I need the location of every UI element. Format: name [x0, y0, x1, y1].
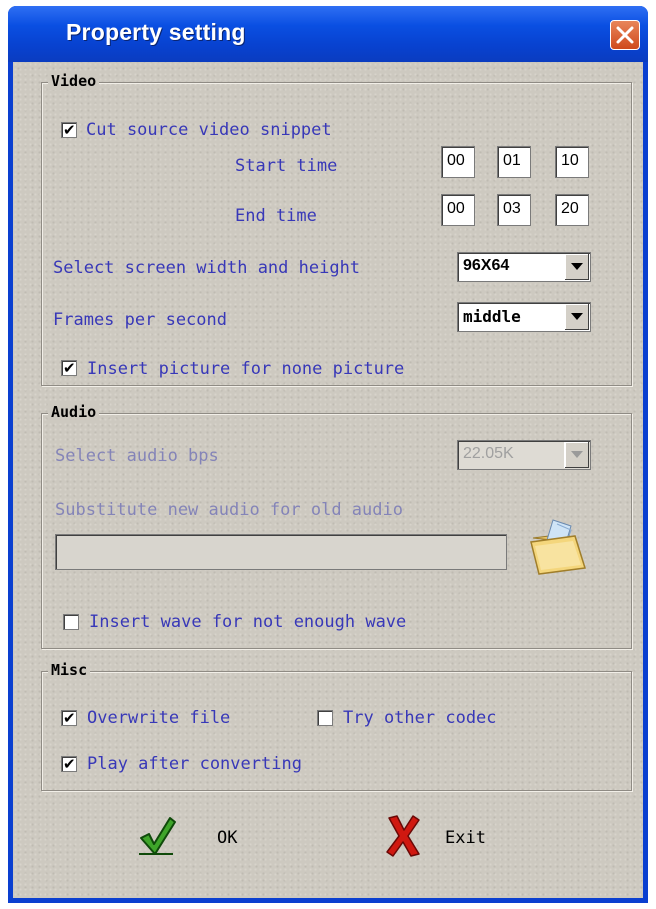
- try-codec-label[interactable]: Try other codec: [343, 708, 497, 728]
- chevron-down-icon: [571, 263, 583, 270]
- screen-size-label: Select screen width and height: [53, 258, 361, 278]
- start-second-input[interactable]: 10: [555, 146, 589, 178]
- fps-select[interactable]: middle: [457, 302, 591, 332]
- exit-button[interactable]: Exit: [383, 814, 513, 858]
- dropdown-button[interactable]: [564, 442, 589, 468]
- audio-bps-value: 22.05K: [463, 445, 514, 462]
- ok-button[interactable]: OK: [137, 816, 257, 860]
- video-group-label: Video: [48, 72, 100, 90]
- dropdown-button[interactable]: [564, 304, 589, 330]
- insert-wave-checkbox[interactable]: [63, 614, 79, 630]
- start-hour-input[interactable]: 00: [441, 146, 475, 178]
- screen-size-select[interactable]: 96X64: [457, 252, 591, 282]
- screen-size-value: 96X64: [463, 257, 510, 274]
- end-time-label: End time: [235, 206, 317, 226]
- play-after-label[interactable]: Play after converting: [87, 754, 302, 774]
- end-hour-input[interactable]: 00: [441, 194, 475, 226]
- checkmark-icon: ✔: [63, 121, 76, 139]
- start-time-label: Start time: [235, 156, 338, 176]
- audio-file-path-input[interactable]: [55, 534, 507, 570]
- dropdown-button[interactable]: [564, 254, 589, 280]
- checkmark-icon: ✔: [63, 359, 76, 377]
- red-x-icon: [386, 815, 420, 857]
- overwrite-checkbox[interactable]: ✔: [61, 710, 77, 726]
- exit-button-label: Exit: [445, 828, 486, 848]
- close-button[interactable]: [610, 20, 640, 50]
- start-minute-input[interactable]: 01: [497, 146, 531, 178]
- insert-picture-checkbox[interactable]: ✔: [61, 360, 77, 376]
- insert-wave-label[interactable]: Insert wave for not enough wave: [89, 612, 406, 632]
- open-folder-icon: [530, 519, 586, 575]
- window-title: Property setting: [66, 19, 246, 45]
- insert-picture-label[interactable]: Insert picture for none picture: [87, 359, 404, 379]
- checkmark-icon: ✔: [63, 709, 76, 727]
- overwrite-label[interactable]: Overwrite file: [87, 708, 230, 728]
- property-setting-window: Property setting Video ✔ Cut source vide…: [8, 6, 648, 903]
- close-icon: [616, 26, 634, 44]
- try-codec-checkbox[interactable]: [317, 710, 333, 726]
- chevron-down-icon: [571, 451, 583, 458]
- checkmark-icon: ✔: [63, 755, 76, 773]
- title-bar[interactable]: Property setting: [8, 6, 648, 62]
- cut-snippet-label[interactable]: Cut source video snippet: [86, 120, 332, 140]
- checkmark-icon: [139, 817, 176, 855]
- end-second-input[interactable]: 20: [555, 194, 589, 226]
- misc-group-label: Misc: [48, 661, 91, 679]
- audio-bps-label: Select audio bps: [55, 446, 219, 466]
- play-after-checkbox[interactable]: ✔: [61, 756, 77, 772]
- ok-button-label: OK: [217, 828, 238, 848]
- fps-value: middle: [463, 307, 521, 326]
- substitute-audio-label: Substitute new audio for old audio: [55, 500, 403, 520]
- audio-group-label: Audio: [48, 403, 100, 421]
- cut-snippet-checkbox[interactable]: ✔: [61, 122, 77, 138]
- chevron-down-icon: [571, 313, 583, 320]
- end-minute-input[interactable]: 03: [497, 194, 531, 226]
- dialog-body: Video ✔ Cut source video snippet Start t…: [13, 62, 643, 898]
- fps-label: Frames per second: [53, 310, 227, 330]
- browse-audio-button[interactable]: [527, 516, 589, 578]
- audio-bps-select[interactable]: 22.05K: [457, 440, 591, 470]
